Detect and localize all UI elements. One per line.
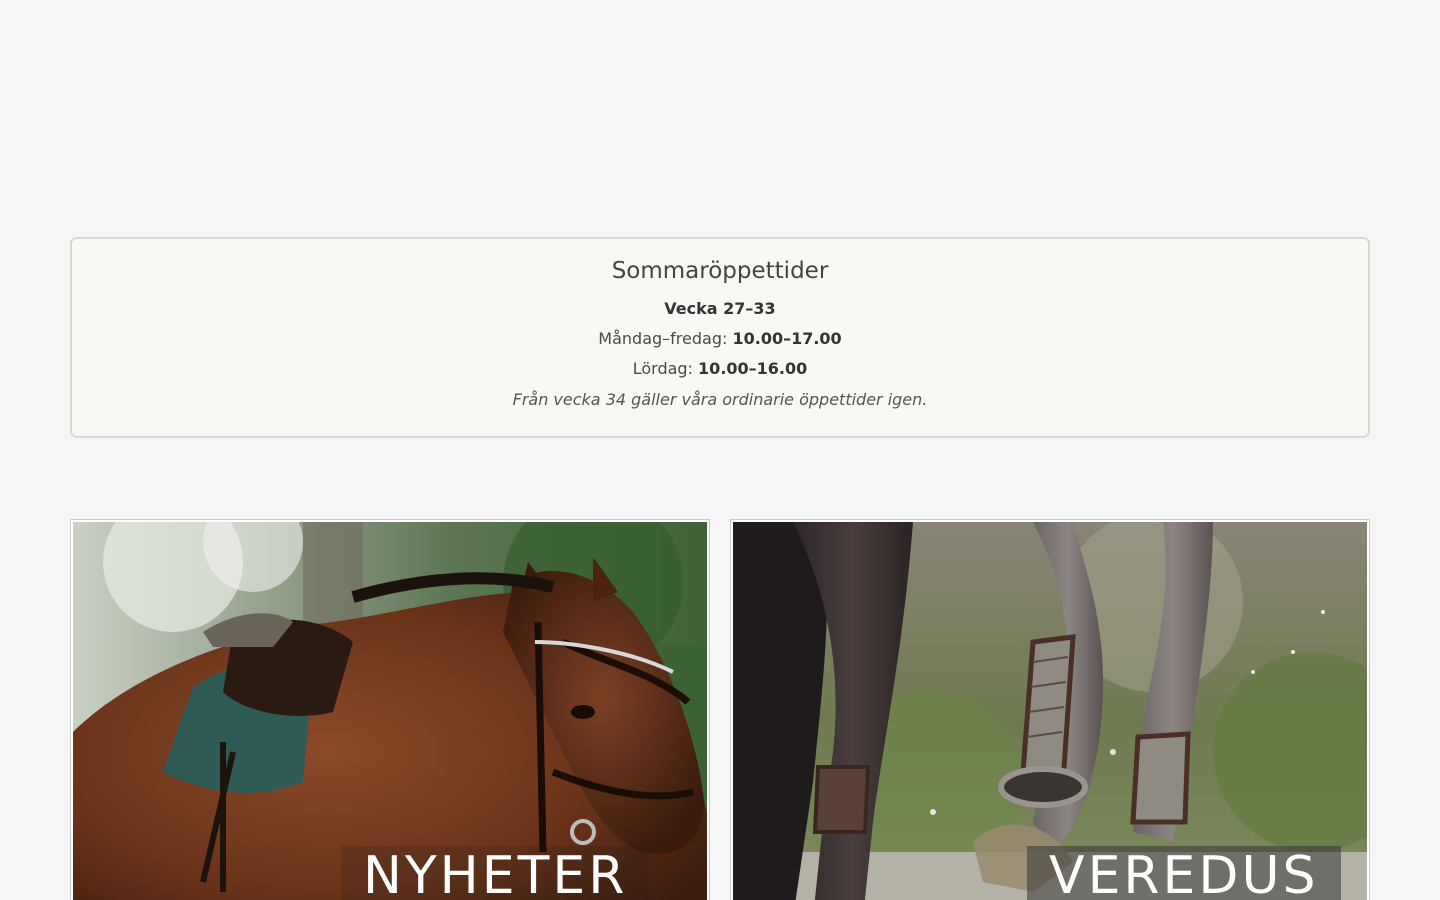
- week-range: Vecka 27–33: [664, 299, 776, 318]
- card-label-nyheter: NYHETER: [341, 846, 650, 900]
- horse-image: [73, 522, 707, 900]
- saturday-time: 10.00–16.00: [698, 359, 808, 378]
- weekday-time: 10.00–17.00: [732, 329, 842, 348]
- notice-week: Vecka 27–33: [72, 298, 1368, 320]
- weekday-hours: Måndag–fredag: 10.00–17.00: [72, 328, 1368, 350]
- page: Sommaröppettider Vecka 27–33 Måndag–fred…: [0, 0, 1440, 900]
- saturday-hours: Lördag: 10.00–16.00: [72, 358, 1368, 380]
- saturday-label: Lördag:: [632, 359, 693, 378]
- boots-photo: [733, 522, 1367, 900]
- notice-title: Sommaröppettider: [611, 258, 829, 284]
- card-veredus[interactable]: VEREDUS: [730, 519, 1370, 900]
- horse-photo: [73, 522, 707, 900]
- card-label-veredus: VEREDUS: [1027, 846, 1341, 900]
- weekday-label: Måndag–fredag:: [598, 329, 728, 348]
- notice-footnote: Från vecka 34 gäller våra ordinarie öppe…: [512, 390, 928, 409]
- opening-hours-notice: Sommaröppettider Vecka 27–33 Måndag–fred…: [70, 237, 1370, 438]
- card-nyheter[interactable]: NYHETER: [70, 519, 710, 900]
- horse-legs-image: [733, 522, 1367, 900]
